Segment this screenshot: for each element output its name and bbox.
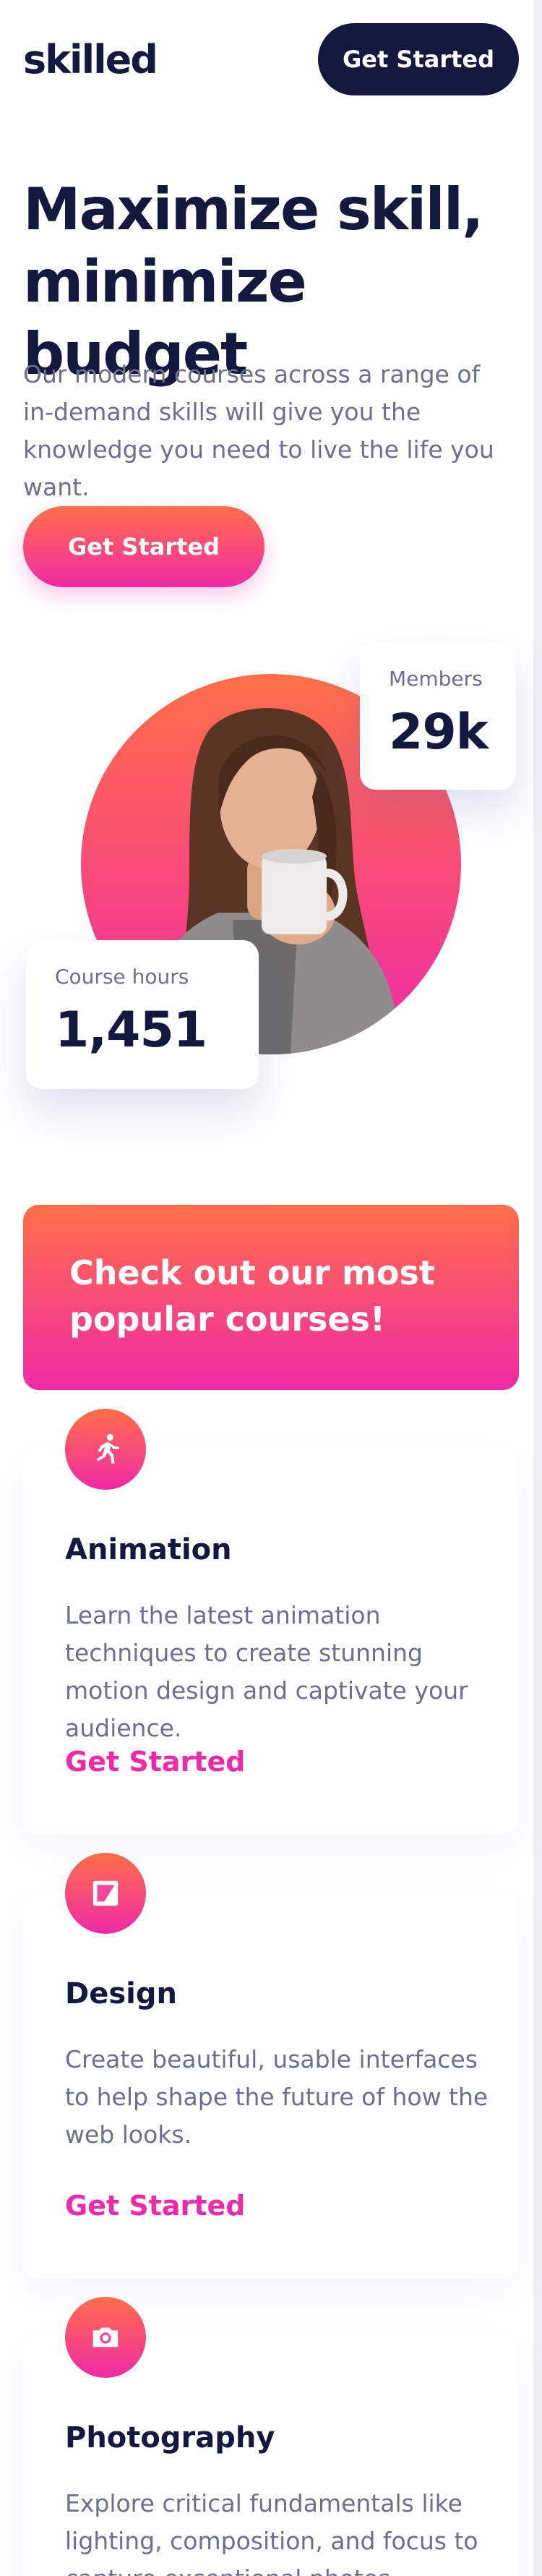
course-description: Learn the latest animation techniques to… bbox=[65, 1601, 468, 1742]
course-description: Explore critical fundamentals like light… bbox=[65, 2489, 478, 2576]
course-get-started-link[interactable]: Get Started bbox=[65, 2190, 245, 2222]
course-card-photography: Photography Explore critical fundamental… bbox=[23, 2297, 519, 2576]
popular-courses-banner: Check out our most popular courses! bbox=[23, 1205, 519, 1390]
course-card-design: Design Create beautiful, usable interfac… bbox=[23, 1853, 519, 2278]
course-title: Photography bbox=[65, 2421, 275, 2455]
scrollbar[interactable] bbox=[533, 0, 542, 2576]
hero-description: Our modern courses across a range of in-… bbox=[23, 360, 494, 501]
site-header: skilled Get Started bbox=[23, 23, 519, 95]
camera-icon bbox=[65, 2297, 146, 2378]
logo[interactable]: skilled bbox=[23, 37, 158, 82]
course-get-started-link[interactable]: Get Started bbox=[65, 1746, 245, 1778]
members-label: Members bbox=[389, 667, 483, 691]
course-description: Create beautiful, usable interfaces to h… bbox=[65, 2045, 489, 2149]
popular-courses-title: Check out our most popular courses! bbox=[69, 1253, 435, 1339]
design-frame-icon bbox=[65, 1853, 146, 1934]
course-hours-value: 1,451 bbox=[55, 1002, 207, 1059]
course-title: Design bbox=[65, 1977, 177, 2010]
course-title: Animation bbox=[65, 1533, 232, 1566]
course-card-animation: Animation Learn the latest animation tec… bbox=[23, 1409, 519, 1834]
hero-get-started-button[interactable]: Get Started bbox=[23, 506, 264, 587]
running-person-icon bbox=[65, 1409, 146, 1490]
course-hours-label: Course hours bbox=[55, 965, 189, 989]
page: skilled Get Started Maximize skill, mini… bbox=[0, 0, 542, 2576]
members-value: 29k bbox=[389, 704, 489, 761]
members-stat-card: Members 29k bbox=[360, 642, 516, 790]
course-hours-stat-card: Course hours 1,451 bbox=[26, 940, 259, 1089]
header-get-started-button[interactable]: Get Started bbox=[318, 23, 519, 95]
